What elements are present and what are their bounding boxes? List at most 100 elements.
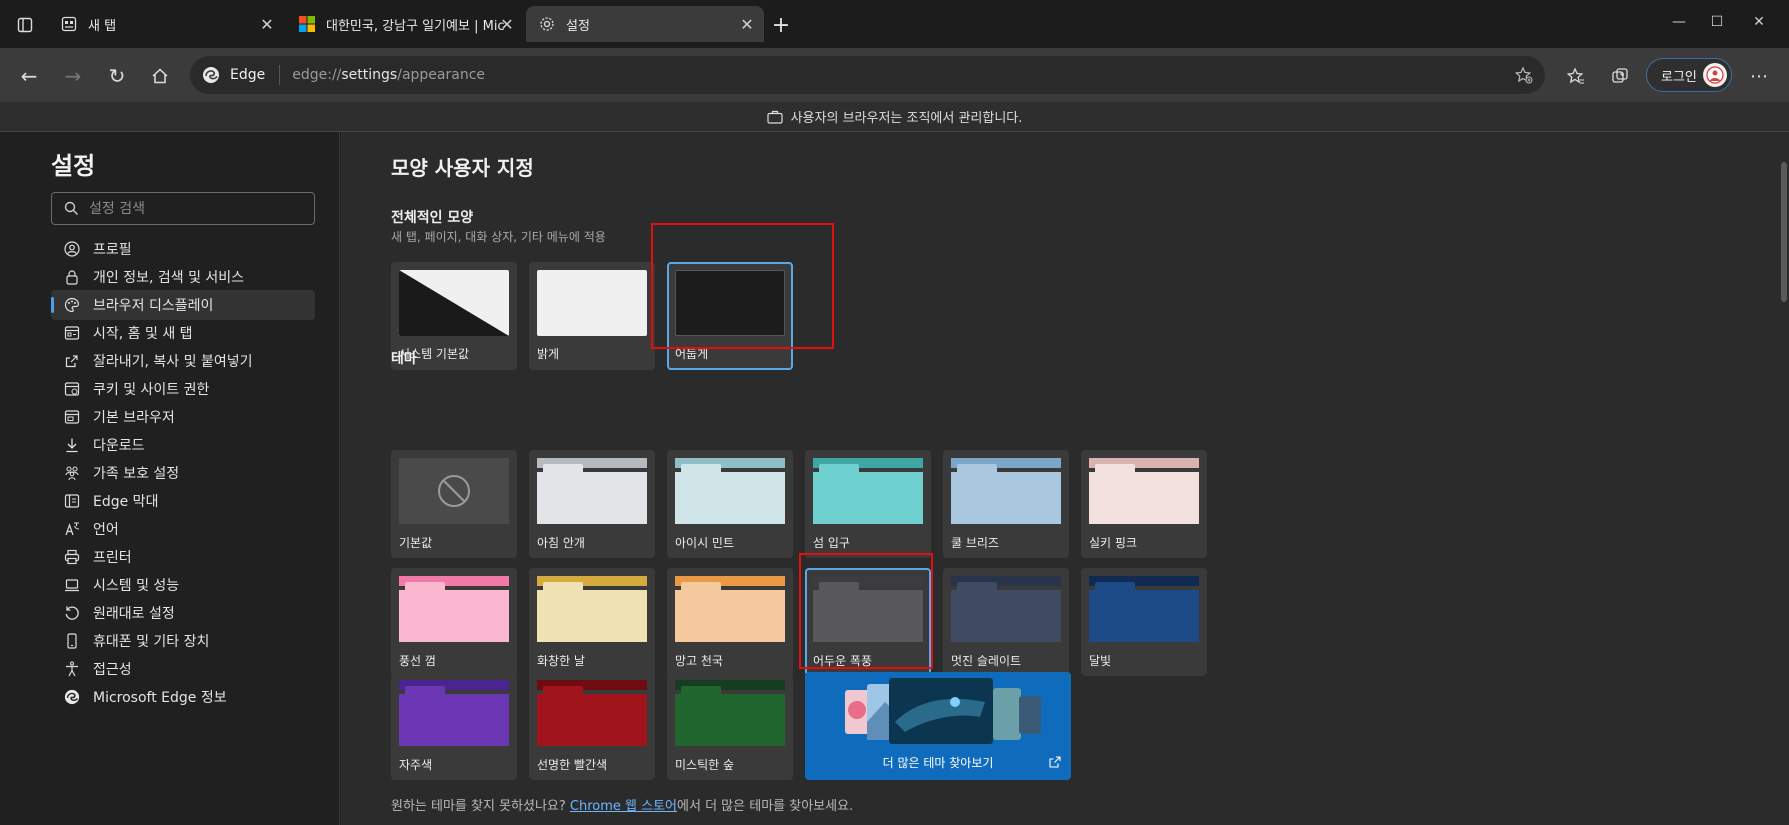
minimize-icon[interactable]: — (1664, 10, 1694, 34)
page-title: 모양 사용자 지정 (391, 156, 534, 180)
address-bar[interactable]: Edge edge://settings/appearance (190, 56, 1545, 94)
sidebar-item-reset[interactable]: 원래대로 설정 (51, 598, 315, 628)
favorites-icon[interactable] (1562, 62, 1590, 90)
theme-label: 달빛 (1089, 654, 1112, 668)
theme-card[interactable]: 어두운 폭풍 (805, 568, 931, 676)
theme-card[interactable]: 실키 핑크 (1081, 450, 1207, 558)
sidebar-item-default-browser[interactable]: 기본 브라우저 (51, 402, 315, 432)
theme-card[interactable]: 자주색 (391, 672, 517, 780)
sidebar-item-label: 기본 브라우저 (93, 410, 175, 426)
reset-icon (63, 604, 81, 622)
theme-card[interactable]: 망고 천국 (667, 568, 793, 676)
folder-preview (951, 576, 1061, 642)
sidebar-item-profile[interactable]: 프로필 (51, 234, 315, 264)
folder-preview (813, 458, 923, 524)
theme-card[interactable]: 쿨 브리즈 (943, 450, 1069, 558)
overall-appearance-title: 전체적인 모양 (391, 210, 474, 226)
back-arrow-icon[interactable]: ← (15, 62, 43, 90)
sidebar-item-language[interactable]: 언어 (51, 514, 315, 544)
sidebar-item-edge-bar[interactable]: Edge 막대 (51, 486, 315, 516)
url-text[interactable]: edge://settings/appearance (292, 67, 485, 83)
laptop-icon (63, 576, 81, 594)
sidebar-item-appearance[interactable]: 브라우저 디스플레이 (51, 290, 315, 320)
accessibility-icon (63, 660, 81, 678)
sidebar-item-accessibility[interactable]: 접근성 (51, 654, 315, 684)
lock-icon (63, 268, 81, 286)
tab-actions-icon[interactable] (12, 12, 38, 38)
sidebar-item-phone[interactable]: 휴대폰 및 기타 장치 (51, 626, 315, 656)
tab-settings[interactable]: 설정 ✕ (526, 6, 764, 42)
sidebar-item-privacy[interactable]: 개인 정보, 검색 및 서비스 (51, 262, 315, 292)
refresh-icon[interactable]: ↻ (103, 62, 131, 90)
sidebar-item-copy-paste[interactable]: 잘라내기, 복사 및 붙여넣기 (51, 346, 315, 376)
settings-search-input[interactable] (89, 200, 299, 217)
appearance-option-light[interactable]: 밝게 (529, 262, 655, 370)
no-entry-icon (438, 475, 470, 507)
sidebar-item-family[interactable]: 가족 보호 설정 (51, 458, 315, 488)
sidebar-item-label: 개인 정보, 검색 및 서비스 (93, 270, 245, 286)
new-tab-button[interactable]: + (768, 12, 794, 38)
favorite-star-add-icon[interactable] (1513, 64, 1535, 86)
maximize-icon[interactable]: ☐ (1702, 10, 1732, 34)
sidebar-item-label: 휴대폰 및 기타 장치 (93, 634, 210, 650)
sidebar-item-cookies[interactable]: 쿠키 및 사이트 권한 (51, 374, 315, 404)
scrollbar-thumb[interactable] (1781, 162, 1787, 302)
download-icon (63, 436, 81, 454)
phone-icon (63, 632, 81, 650)
theme-card[interactable]: 달빛 (1081, 568, 1207, 676)
more-options-icon[interactable]: ⋯ (1745, 62, 1773, 90)
more-themes-card[interactable]: 더 많은 테마 찾아보기 (805, 672, 1071, 780)
folder-preview (537, 458, 647, 524)
tab-new-tab[interactable]: 새 탭 ✕ (48, 6, 284, 42)
theme-label: 선명한 빨간색 (537, 758, 608, 772)
sidebar-item-start-home[interactable]: 시작, 홈 및 새 탭 (51, 318, 315, 348)
sidebar-item-downloads[interactable]: 다운로드 (51, 430, 315, 460)
close-icon[interactable]: ✕ (738, 15, 756, 34)
footer-text-after: 에서 더 많은 테마를 찾아보세요. (677, 799, 854, 814)
settings-search-box[interactable] (51, 192, 315, 225)
microsoft-logo-icon (298, 15, 316, 33)
tab-title: 설정 (566, 18, 590, 34)
theme-label: 실키 핑크 (1089, 536, 1137, 550)
managed-info-text: 사용자의 브라우저는 조직에서 관리합니다. (790, 111, 1023, 126)
folder-preview (813, 576, 923, 642)
tab-weather[interactable]: 대한민국, 강남구 일기예보 | Mic ✕ (286, 6, 524, 42)
external-link-icon (1049, 756, 1061, 768)
close-icon[interactable]: ✕ (498, 15, 516, 34)
theme-label: 화창한 날 (537, 654, 585, 668)
theme-card[interactable]: 아침 안개 (529, 450, 655, 558)
palette-icon (63, 296, 81, 314)
sidebar-item-about[interactable]: Microsoft Edge 정보 (51, 682, 315, 712)
cookie-icon (63, 380, 81, 398)
sidebar-item-printer[interactable]: 프린터 (51, 542, 315, 572)
home-tab-icon (63, 324, 81, 342)
default-theme-preview (399, 458, 509, 524)
page-scrollbar[interactable] (1779, 132, 1789, 825)
chrome-web-store-link[interactable]: Chrome 웹 스토어 (570, 799, 677, 814)
sidebar-item-label: 언어 (93, 522, 119, 538)
theme-card[interactable]: 선명한 빨간색 (529, 672, 655, 780)
sidebar-item-system[interactable]: 시스템 및 성능 (51, 570, 315, 600)
theme-card[interactable]: 기본값 (391, 450, 517, 558)
sidebar-item-label: Microsoft Edge 정보 (93, 690, 227, 706)
theme-card[interactable]: 화창한 날 (529, 568, 655, 676)
address-separator (279, 65, 281, 85)
theme-section-title: 테마 (391, 351, 417, 367)
theme-card[interactable]: 멋진 슬레이트 (943, 568, 1069, 676)
family-icon (63, 464, 81, 482)
theme-card[interactable]: 미스틱한 숲 (667, 672, 793, 780)
collections-icon[interactable] (1606, 62, 1634, 90)
close-icon[interactable]: ✕ (258, 15, 276, 34)
overall-appearance-subtitle: 새 탭, 페이지, 대화 상자, 기타 메뉴에 적용 (391, 230, 606, 244)
window-close-icon[interactable]: ✕ (1744, 10, 1774, 34)
home-icon[interactable] (146, 62, 174, 90)
login-button[interactable]: 로그인 (1646, 58, 1732, 92)
theme-card[interactable]: 풍선 껌 (391, 568, 517, 676)
forward-arrow-icon[interactable]: → (59, 62, 87, 90)
sidebar-item-label: 접근성 (93, 662, 132, 678)
theme-card[interactable]: 아이시 민트 (667, 450, 793, 558)
appearance-option-dark[interactable]: 어둡게 (667, 262, 793, 370)
folder-preview (951, 458, 1061, 524)
theme-card[interactable]: 섬 입구 (805, 450, 931, 558)
theme-footer-note: 원하는 테마를 찾지 못하셨나요? Chrome 웹 스토어에서 더 많은 테마… (391, 795, 853, 814)
